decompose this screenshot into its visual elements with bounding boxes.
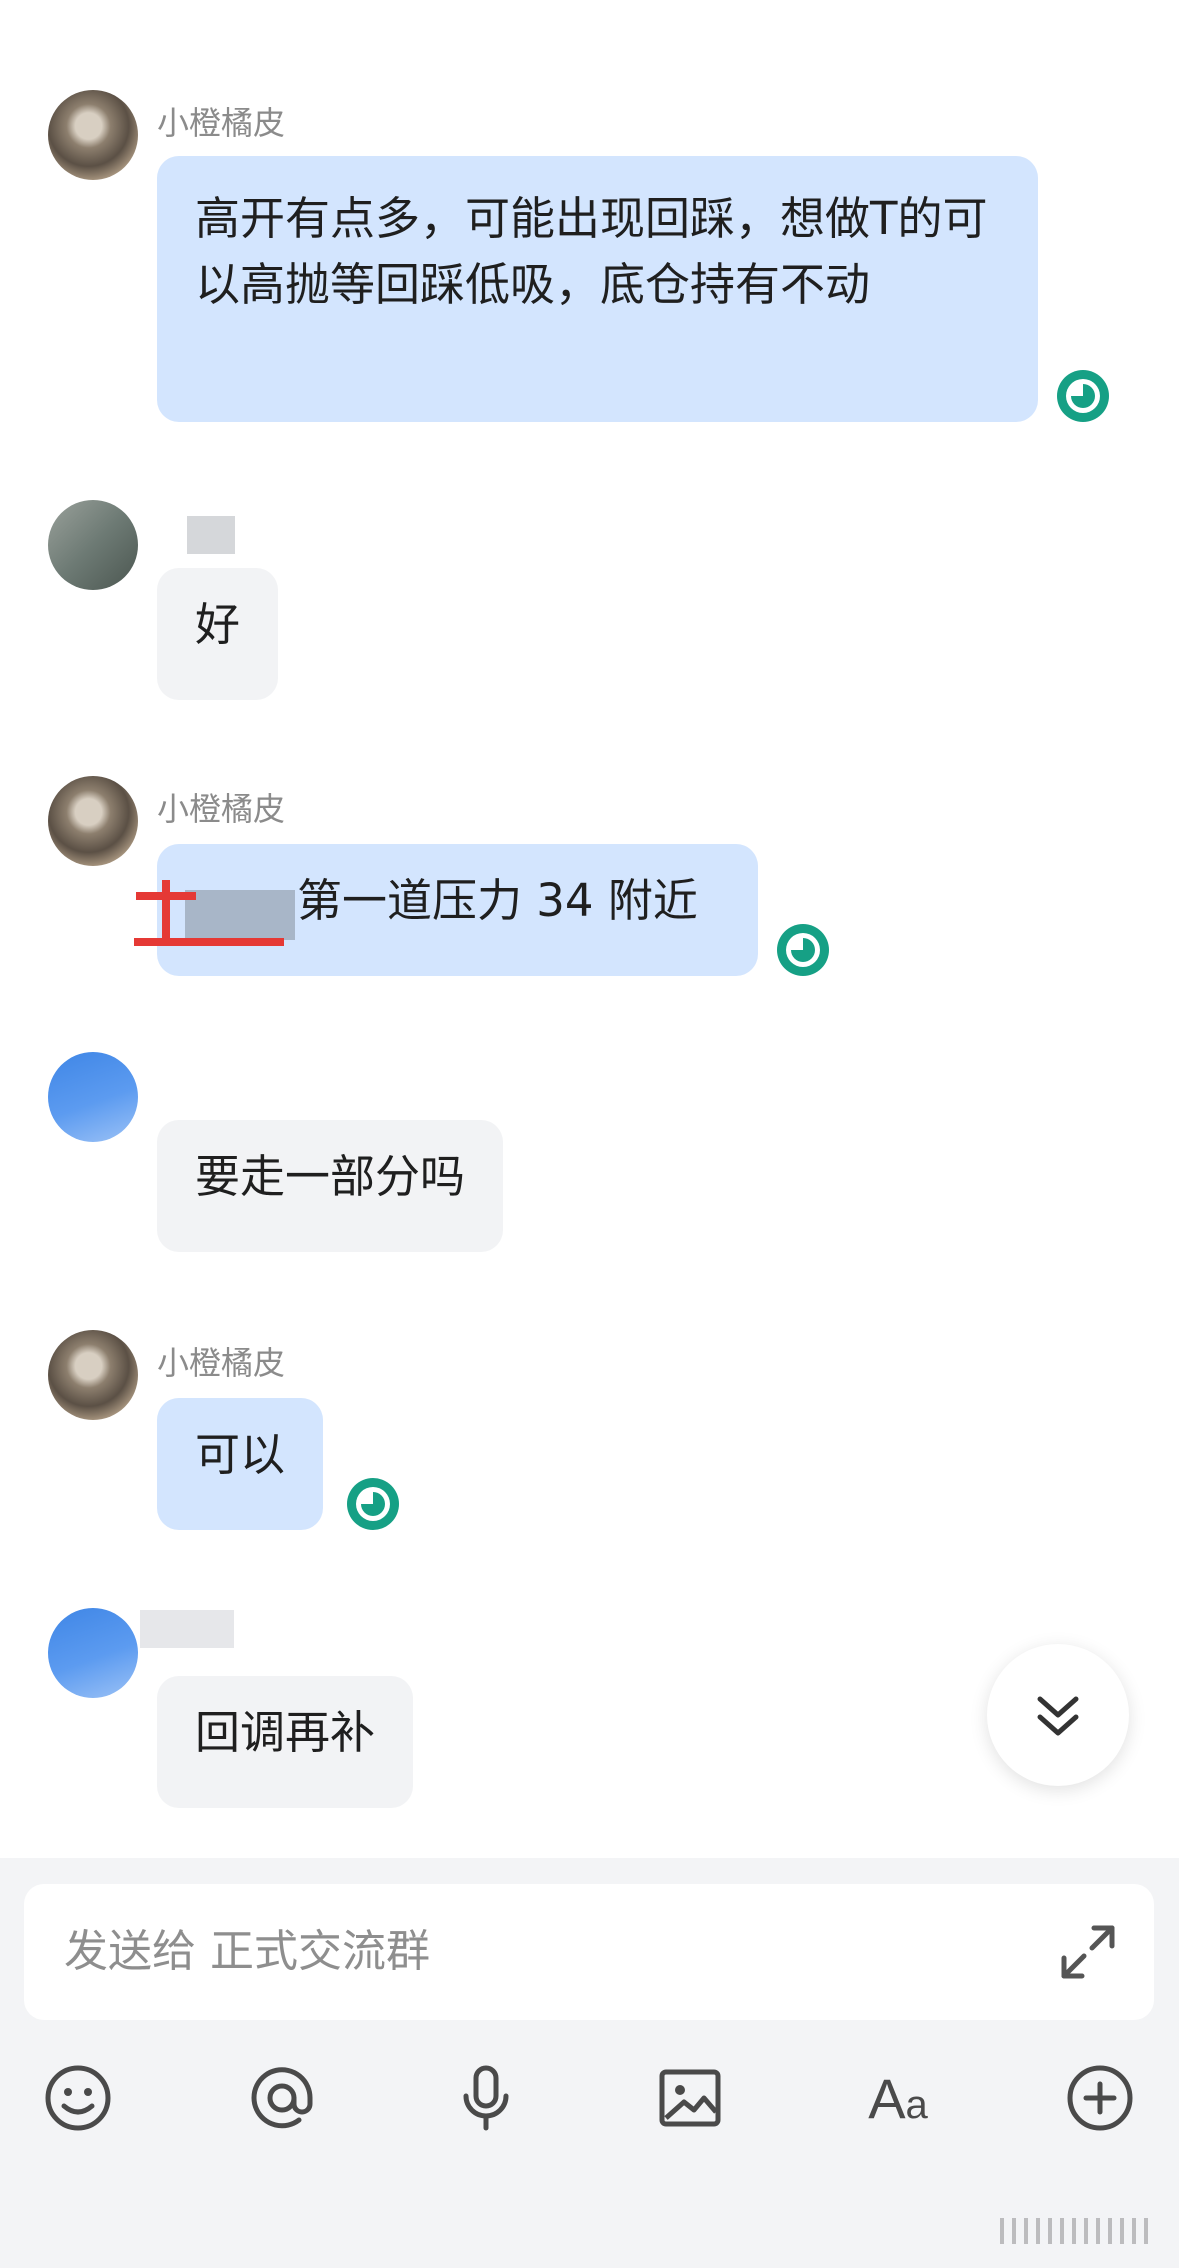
message-bubble[interactable]: 可以 — [157, 1398, 324, 1530]
message-input[interactable]: 发送给 正式交流群 — [24, 1884, 1154, 2020]
scroll-to-bottom-button[interactable] — [987, 1644, 1129, 1786]
avatar[interactable] — [48, 1052, 138, 1142]
avatar[interactable] — [48, 500, 138, 590]
scroll-down-icon — [1037, 1696, 1079, 1736]
message-input-placeholder: 发送给 正式交流群 — [64, 1926, 430, 1977]
sender-name: 小橙橘皮 — [157, 104, 286, 142]
sender-name-mask — [140, 1610, 234, 1648]
avatar[interactable] — [48, 90, 138, 180]
message-bubble[interactable]: 高开有点多，可能出现回踩，想做T的可以高抛等回踩低吸，底仓持有不动 — [157, 156, 1038, 422]
composer-area: 发送给 正式交流群 Aa — [0, 1858, 1179, 2268]
font-button[interactable]: Aa — [858, 2058, 938, 2138]
read-receipt-icon — [347, 1478, 399, 1530]
image-button[interactable] — [650, 2058, 730, 2138]
mention-mask — [185, 890, 295, 940]
more-button[interactable] — [1060, 2058, 1140, 2138]
read-receipt-icon — [1057, 370, 1109, 422]
microphone-icon — [463, 2065, 509, 2131]
watermark-mark — [1000, 2218, 1150, 2244]
message-bubble[interactable]: 要走一部分吗 — [157, 1120, 504, 1252]
avatar[interactable] — [48, 776, 138, 866]
expand-icon[interactable] — [1058, 1922, 1118, 1982]
voice-button[interactable] — [446, 2058, 526, 2138]
read-receipt-icon — [777, 924, 829, 976]
font-icon: Aa — [868, 2066, 928, 2130]
red-mask-mark — [162, 880, 170, 942]
composer-toolbar: Aa — [0, 2058, 1179, 2178]
message-text: 第一道压力 34 附近 — [297, 874, 698, 927]
red-mask-mark — [134, 938, 284, 946]
plus-icon — [1067, 2065, 1133, 2131]
at-icon — [251, 2067, 313, 2129]
message-bubble[interactable]: 好 — [157, 568, 279, 700]
sender-name: 小橙橘皮 — [157, 1344, 286, 1382]
avatar[interactable] — [48, 1330, 138, 1420]
image-icon — [659, 2069, 721, 2127]
avatar[interactable] — [48, 1608, 138, 1698]
top-fade — [440, 0, 680, 10]
mention-button[interactable] — [242, 2058, 322, 2138]
sender-name-mask — [187, 516, 235, 554]
message-bubble[interactable]: 回调再补 — [157, 1676, 414, 1808]
emoji-icon — [45, 2065, 111, 2131]
emoji-button[interactable] — [38, 2058, 118, 2138]
sender-name: 小橙橘皮 — [157, 790, 286, 828]
